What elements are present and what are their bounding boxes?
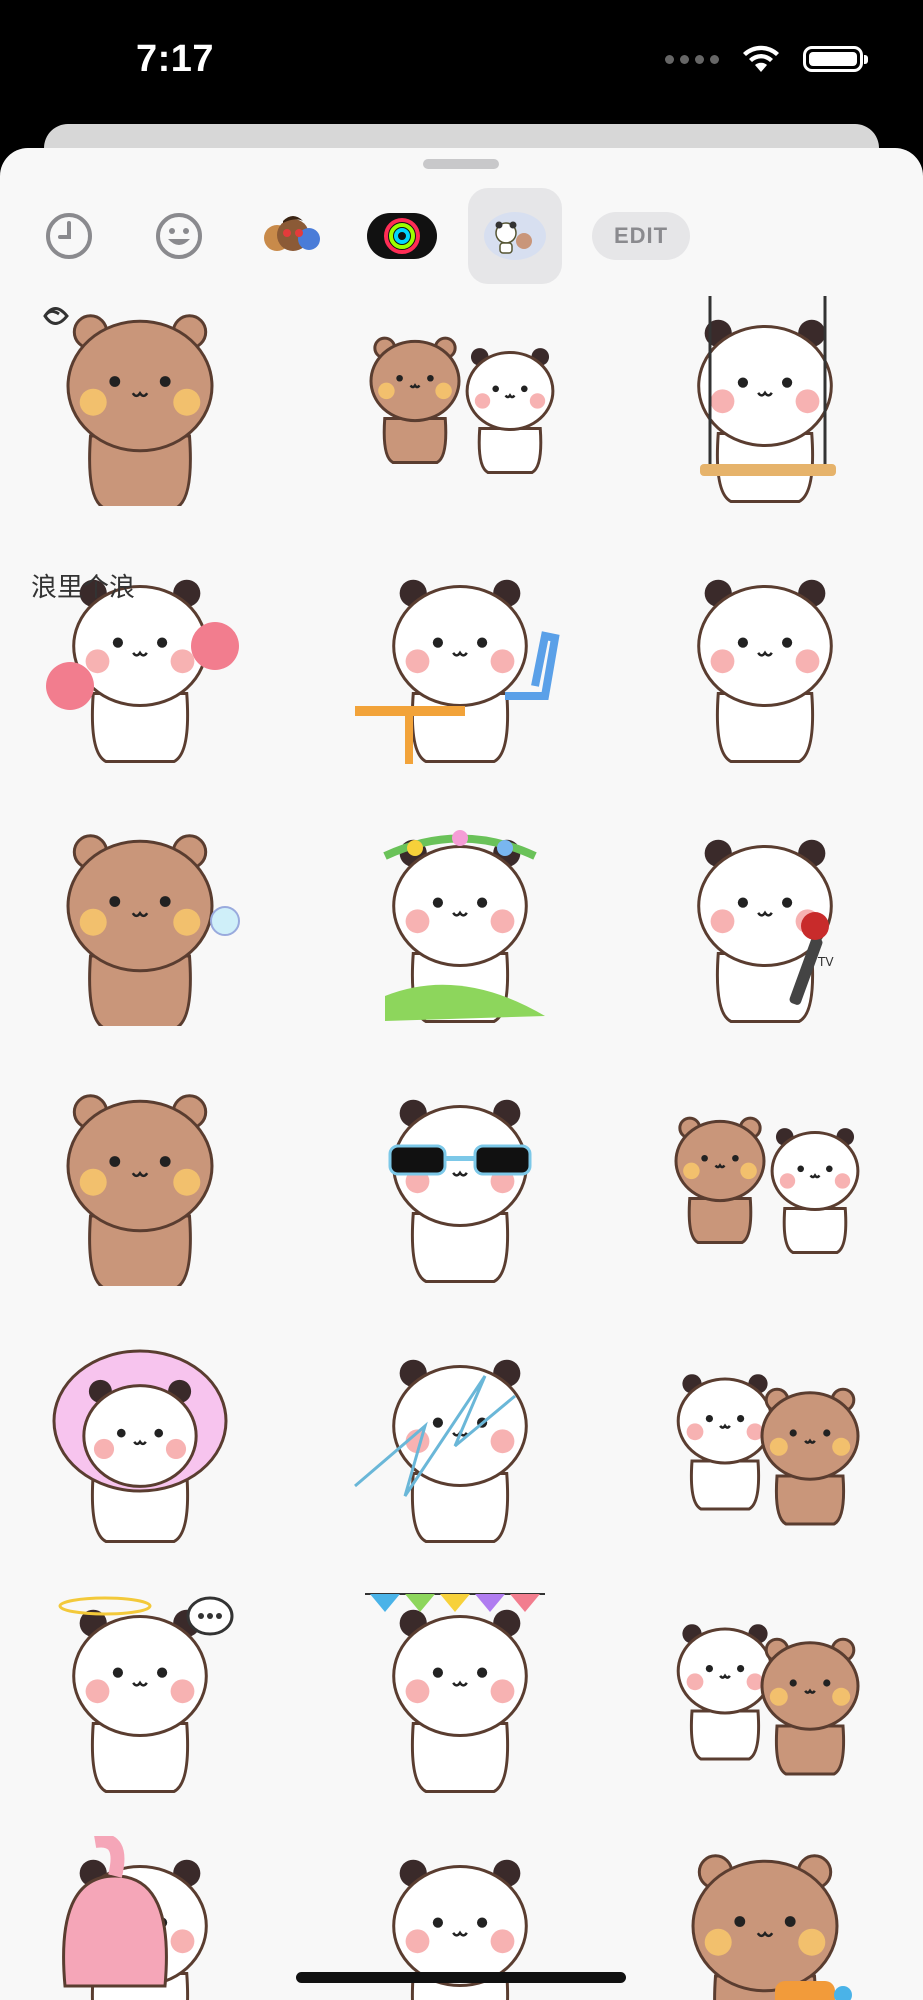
sticker-11[interactable] <box>345 1076 575 1286</box>
panda-sticker-pack-icon <box>484 212 546 260</box>
sticker-7[interactable] <box>25 816 255 1026</box>
sticker-17[interactable] <box>345 1586 575 1796</box>
sticker-art <box>62 1836 208 2000</box>
sticker-18[interactable] <box>650 1586 880 1796</box>
sticker-2[interactable] <box>345 296 575 506</box>
sticker-art <box>697 296 836 503</box>
edit-button[interactable]: EDIT <box>592 212 690 260</box>
sticker-8[interactable] <box>345 816 575 1026</box>
wifi-icon <box>743 45 779 72</box>
sticker-9[interactable]: TV <box>650 816 880 1026</box>
sticker-13[interactable] <box>25 1336 255 1546</box>
imessage-app-strip: EDIT <box>0 188 923 288</box>
sticker-5[interactable] <box>345 556 575 766</box>
sticker-1[interactable] <box>25 296 255 506</box>
sticker-art <box>388 1099 532 1283</box>
sticker-10[interactable] <box>25 1076 255 1286</box>
sticker-art <box>66 1094 214 1286</box>
recents-button[interactable] <box>36 188 102 284</box>
sticker-art <box>369 336 555 474</box>
sticker-caption: 浪里个浪 <box>31 573 135 603</box>
sticker-art <box>691 1854 852 2000</box>
sticker-21[interactable] <box>650 1836 880 2000</box>
sticker-sheet: EDIT 浪里个浪 TV <box>0 148 923 2000</box>
recents-icon <box>46 213 92 259</box>
panda-sticker-pack-button[interactable] <box>468 188 562 284</box>
sticker-art <box>674 1116 860 1254</box>
status-time: 7:17 <box>136 38 215 80</box>
sticker-12[interactable] <box>650 1076 880 1286</box>
sticker-art <box>676 1624 860 1776</box>
memoji-icon <box>264 216 320 251</box>
sticker-art <box>66 834 240 1026</box>
sticker-art <box>676 1374 860 1526</box>
sticker-14[interactable] <box>345 1336 575 1546</box>
sticker-19[interactable] <box>25 1836 255 2000</box>
sticker-art <box>52 1349 228 1543</box>
sticker-art <box>58 1596 234 1793</box>
sticker-art: 浪里个浪 <box>31 573 239 763</box>
battery-icon <box>803 46 868 72</box>
status-icons <box>665 44 868 74</box>
sticker-art <box>383 830 545 1023</box>
sticker-art <box>697 579 833 763</box>
sticker-art <box>354 1359 528 1543</box>
home-indicator[interactable] <box>296 1972 626 1983</box>
mic-label: TV <box>817 955 834 969</box>
memoji-button[interactable] <box>254 188 330 284</box>
sticker-4[interactable]: 浪里个浪 <box>25 556 255 766</box>
cellular-signal-icon <box>665 54 719 64</box>
status-bar: 7:17 <box>0 0 923 120</box>
activity-button[interactable] <box>366 188 438 284</box>
sticker-art <box>43 307 214 506</box>
emoji-icon <box>156 213 202 259</box>
sticker-16[interactable] <box>25 1586 255 1796</box>
emoji-button[interactable] <box>146 188 212 284</box>
sticker-6[interactable] <box>650 556 880 766</box>
sticker-art <box>365 1593 545 1793</box>
sticker-3[interactable] <box>650 296 880 506</box>
sticker-art: TV <box>697 839 834 1023</box>
sticker-15[interactable] <box>650 1336 880 1546</box>
activity-rings-icon <box>367 213 437 259</box>
sheet-grabber[interactable] <box>423 159 499 169</box>
sticker-art <box>355 579 560 764</box>
